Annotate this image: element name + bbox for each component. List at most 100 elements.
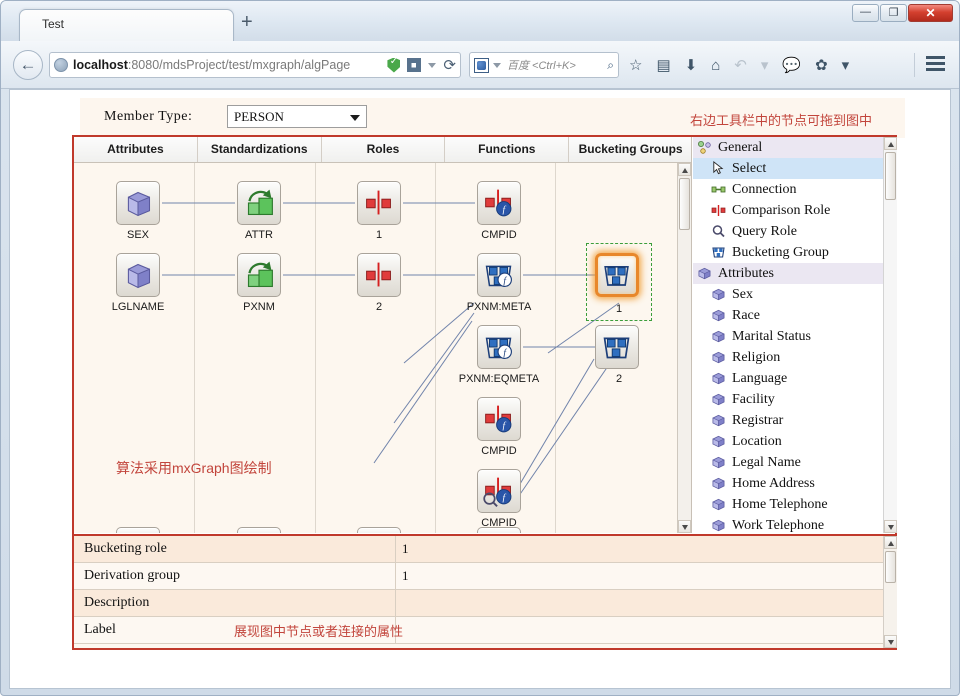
graph-node-partial[interactable] — [237, 527, 281, 533]
home-icon[interactable]: ⌂ — [711, 58, 720, 73]
graph-node-pxnm-meta[interactable]: f — [477, 253, 521, 297]
scroll-up-icon[interactable] — [884, 536, 897, 549]
palette-vertical-scrollbar[interactable] — [883, 137, 897, 533]
extension-icon[interactable]: ✿ — [815, 58, 828, 73]
qr-code-icon[interactable] — [407, 58, 422, 72]
property-value[interactable]: 1 — [396, 536, 897, 562]
palette-group-label: Attributes — [718, 266, 774, 281]
palette-item-race[interactable]: Race — [693, 305, 897, 326]
table-row[interactable]: Bucketing role 1 — [74, 536, 897, 563]
graph-node-label: 1 — [615, 303, 623, 315]
scroll-down-icon[interactable] — [678, 520, 691, 533]
new-tab-button[interactable]: + — [241, 12, 253, 32]
table-row[interactable]: Description — [74, 590, 897, 617]
palette-item-sex[interactable]: Sex — [693, 284, 897, 305]
palette-item-home-telephone[interactable]: Home Telephone — [693, 494, 897, 515]
palette-item-connection[interactable]: Connection — [693, 179, 897, 200]
palette-item-facility[interactable]: Facility — [693, 389, 897, 410]
scroll-up-icon[interactable] — [884, 137, 897, 150]
palette-item-select[interactable]: Select — [693, 158, 897, 179]
palette-item-bucketing-group[interactable]: Bucketing Group — [693, 242, 897, 263]
graph-node-lglname[interactable] — [116, 253, 160, 297]
tab-test[interactable]: Test — [19, 9, 234, 41]
overflow-caret-icon[interactable]: ▾ — [842, 58, 850, 73]
graph-node-bucketing-group-2[interactable] — [595, 325, 639, 369]
graph-node-pxnm-eqmeta[interactable]: f — [477, 325, 521, 369]
graph-node-role-1[interactable] — [357, 181, 401, 225]
browser-window: Test + — ❐ ✕ ← localhost:8080/mdsProject… — [0, 0, 960, 696]
property-value[interactable] — [396, 617, 897, 643]
feedback-icon[interactable]: 💬 — [782, 58, 801, 73]
column-header-standardizations: Standardizations — [198, 137, 322, 162]
graph-node-attr[interactable] — [237, 181, 281, 225]
palette-item-religion[interactable]: Religion — [693, 347, 897, 368]
reload-icon[interactable]: ⟳ — [443, 56, 456, 74]
function-bucket-icon: f — [485, 265, 512, 288]
graph-vertical-scrollbar[interactable] — [677, 163, 691, 533]
search-engine-icon[interactable] — [474, 57, 489, 73]
downloads-icon[interactable]: ⬇ — [685, 58, 698, 73]
maximize-button[interactable]: ❐ — [880, 4, 907, 22]
palette-item-registrar[interactable]: Registrar — [693, 410, 897, 431]
menu-hamburger-icon[interactable] — [926, 56, 945, 71]
table-row[interactable]: Label — [74, 617, 897, 644]
graph-node-label: CMPID — [481, 445, 517, 457]
palette-item-label: Registrar — [732, 413, 784, 428]
search-bar[interactable]: 百度 <Ctrl+K> ⌕ — [469, 52, 619, 78]
scroll-up-icon[interactable] — [678, 163, 691, 176]
palette-item-comparison-role[interactable]: Comparison Role — [693, 200, 897, 221]
graph-node-cmpid-2[interactable]: f — [477, 397, 521, 441]
palette-item-legal-name[interactable]: Legal Name — [693, 452, 897, 473]
graph-node-cmpid-1[interactable]: f — [477, 181, 521, 225]
graph-node-label: PXNM — [243, 301, 275, 313]
scroll-down-icon[interactable] — [884, 635, 897, 648]
palette-group-attributes[interactable]: Attributes — [693, 263, 897, 284]
properties-vertical-scrollbar[interactable] — [883, 536, 897, 648]
graph-node-partial[interactable] — [357, 527, 401, 533]
graph-node-label: PXNM:META — [466, 301, 532, 313]
address-bar[interactable]: localhost:8080/mdsProject/test/mxgraph/a… — [49, 52, 461, 78]
palette-group-general[interactable]: General — [693, 137, 897, 158]
member-type-label: Member Type: — [104, 109, 193, 124]
palette-item-marital-status[interactable]: Marital Status — [693, 326, 897, 347]
palette-item-home-address[interactable]: Home Address — [693, 473, 897, 494]
dropdown-caret-icon[interactable]: ▾ — [761, 58, 769, 73]
palette-item-location[interactable]: Location — [693, 431, 897, 452]
graph-canvas[interactable]: SEX LGLNAME ATTR PXNM 1 2 f CMPID f PXNM… — [74, 163, 678, 533]
property-value[interactable]: 1 — [396, 563, 897, 589]
bookmark-star-icon[interactable]: ☆ — [629, 58, 642, 73]
properties-grid: Bucketing role 1 Derivation group 1 Desc… — [74, 534, 897, 648]
security-shield-icon[interactable] — [387, 57, 401, 73]
graph-node-partial[interactable] — [477, 527, 521, 533]
search-engine-chevron-icon[interactable] — [493, 62, 501, 68]
palette-item-label: Select — [732, 161, 767, 176]
table-row[interactable]: Derivation group 1 — [74, 563, 897, 590]
palette-item-language[interactable]: Language — [693, 368, 897, 389]
search-icon[interactable]: ⌕ — [607, 58, 614, 73]
properties-scroll-thumb[interactable] — [885, 551, 896, 583]
chevron-down-icon[interactable] — [428, 62, 437, 68]
scroll-down-icon[interactable] — [884, 520, 897, 533]
palette-item-work-telephone[interactable]: Work Telephone — [693, 515, 897, 533]
graph-node-pxnm[interactable] — [237, 253, 281, 297]
graph-node-bucketing-group-1[interactable] — [595, 253, 639, 297]
back-button[interactable]: ← — [13, 50, 43, 80]
close-button[interactable]: ✕ — [908, 4, 953, 22]
graph-node-label: SEX — [126, 229, 149, 241]
reading-list-icon[interactable]: ▤ — [656, 58, 670, 73]
search-input[interactable]: 百度 <Ctrl+K> — [507, 57, 607, 73]
graph-scroll-thumb[interactable] — [679, 178, 690, 230]
graph-node-sex[interactable] — [116, 181, 160, 225]
page-viewport: Member Type: PERSON 右边工具栏中的节点可拖到图中 Attri… — [9, 89, 951, 689]
palette-scroll-thumb[interactable] — [885, 152, 896, 200]
minimize-button[interactable]: — — [852, 4, 879, 22]
palette-item-label: Work Telephone — [732, 518, 825, 533]
graph-node-partial[interactable] — [116, 527, 160, 533]
member-type-select[interactable]: PERSON — [227, 105, 367, 128]
undo-icon[interactable]: ↶ — [734, 58, 747, 73]
edge-extra-3 — [373, 320, 473, 464]
graph-node-role-2[interactable] — [357, 253, 401, 297]
palette-item-query-role[interactable]: Query Role — [693, 221, 897, 242]
graph-node-cmpid-query[interactable]: f — [477, 469, 521, 513]
property-value[interactable] — [396, 590, 897, 616]
